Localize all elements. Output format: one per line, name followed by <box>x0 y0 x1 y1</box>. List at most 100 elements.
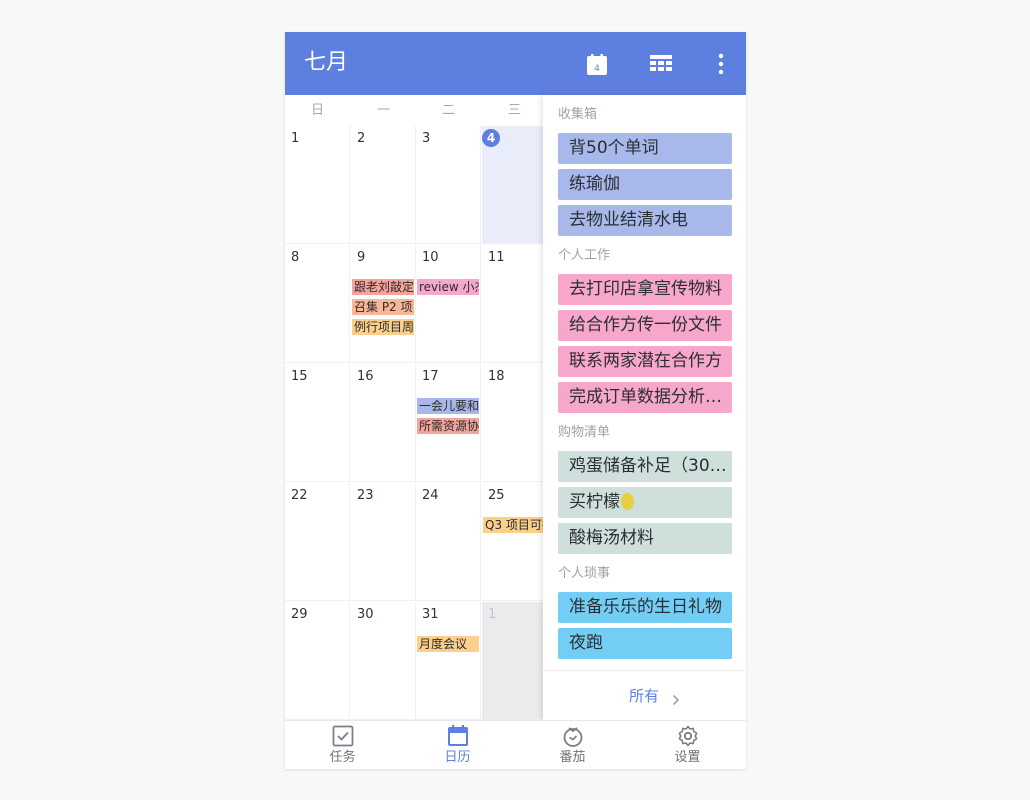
nav-tab-label: 任务 <box>329 750 356 765</box>
day-number: 15 <box>291 369 308 384</box>
month-title[interactable]: 七月 <box>304 48 348 78</box>
day-number: 29 <box>291 607 308 622</box>
calendar-event[interactable]: 一会儿要和 <box>417 398 479 414</box>
grid-view-icon[interactable] <box>649 52 673 76</box>
chevron-right-icon[interactable] <box>672 691 680 710</box>
weekday-label: 三 <box>507 103 521 118</box>
task-title: 去打印店拿宣传物料 <box>569 279 722 299</box>
day-number: 9 <box>357 250 366 265</box>
settings-gear-icon <box>677 725 699 747</box>
task-title: 联系两家潜在合作方 <box>569 351 722 371</box>
day-cell[interactable]: 8 <box>285 245 350 363</box>
list-section-title: 个人琐事 <box>558 566 611 581</box>
nav-tab[interactable]: 日历 <box>400 721 515 769</box>
day-cell[interactable]: 29 <box>285 602 350 720</box>
day-cell[interactable]: 17 一会儿要和所需资源协 <box>416 364 481 482</box>
day-cell[interactable]: 1 <box>482 602 547 720</box>
task-title: 买柠檬 <box>569 492 620 512</box>
day-cell[interactable]: 31 月度会议 <box>416 602 481 720</box>
day-cell[interactable]: 9 跟老刘敲定召集 P2 项例行项目周 <box>351 245 416 363</box>
day-cell[interactable]: 2 <box>351 126 416 244</box>
today-icon-day: 4 <box>594 64 600 74</box>
day-number: 8 <box>291 250 300 265</box>
day-number: 30 <box>357 607 374 622</box>
day-number: 17 <box>422 369 439 384</box>
nav-tab-label: 设置 <box>674 750 701 765</box>
list-section-title: 收集箱 <box>558 107 598 122</box>
day-cell[interactable]: 30 <box>351 602 416 720</box>
day-number: 10 <box>422 250 439 265</box>
day-cell-today[interactable]: 4 <box>482 126 547 244</box>
today-date-badge: 4 <box>482 129 500 147</box>
day-cell[interactable]: 23 <box>351 483 416 601</box>
task-item[interactable]: 联系两家潜在合作方 <box>558 346 732 377</box>
task-title: 准备乐乐的生日礼物 <box>569 597 722 617</box>
task-title: 完成订单数据分析报告 <box>569 387 732 407</box>
weekday-label: 二 <box>441 103 455 118</box>
app-screen: 七月 4 日一二三 1 2 3 4 8 9 跟老刘敲定 召集 P2 项例行项目周 10 revie… <box>285 32 746 769</box>
calendar-event[interactable]: Q3 项目可行 <box>483 517 545 533</box>
task-item[interactable]: 准备乐乐的生日礼物 <box>558 592 732 623</box>
day-cell[interactable]: 18 <box>482 364 547 482</box>
day-number: 31 <box>422 607 439 622</box>
day-cell[interactable]: 22 <box>285 483 350 601</box>
task-title: 练瑜伽 <box>569 174 620 194</box>
task-title: 去物业结清水电 <box>569 210 688 230</box>
task-item[interactable]: 给合作方传一份文件 <box>558 310 732 341</box>
day-number: 22 <box>291 488 308 503</box>
task-item[interactable]: 背50个单词 <box>558 133 732 164</box>
list-section-title: 个人工作 <box>558 248 611 263</box>
task-title: 酸梅汤材料 <box>569 528 654 548</box>
day-cell[interactable]: 10 review 小杰 <box>416 245 481 363</box>
calendar-event[interactable]: 例行项目周 <box>352 319 414 335</box>
day-cell[interactable]: 16 <box>351 364 416 482</box>
calendar-event[interactable]: 跟老刘敲定 <box>352 279 414 295</box>
day-cell[interactable]: 25 Q3 项目可行 <box>482 483 547 601</box>
day-cell[interactable]: 1 <box>285 126 350 244</box>
task-title: 背50个单词 <box>569 138 659 158</box>
calendar-event[interactable]: 所需资源协 <box>417 418 479 434</box>
day-cell[interactable]: 3 <box>416 126 481 244</box>
day-cell[interactable]: 24 <box>416 483 481 601</box>
task-item[interactable]: 夜跑 <box>558 628 732 659</box>
nav-tab[interactable]: 任务 <box>285 721 400 769</box>
task-item[interactable]: 去打印店拿宣传物料 <box>558 274 732 305</box>
task-item[interactable]: 完成订单数据分析报告 <box>558 382 732 413</box>
task-item[interactable]: 练瑜伽 <box>558 169 732 200</box>
nav-tab-label: 日历 <box>444 750 471 765</box>
task-item[interactable]: 去物业结清水电 <box>558 205 732 236</box>
tomato-timer-icon <box>562 725 584 747</box>
nav-tab-label: 番茄 <box>559 750 586 765</box>
day-number: 16 <box>357 369 374 384</box>
day-number: 25 <box>488 488 505 503</box>
task-item[interactable]: 鸡蛋储备补足（30个） <box>558 451 732 482</box>
weekday-label: 日 <box>310 103 324 118</box>
lemon-emoji <box>621 493 634 510</box>
more-vertical-icon[interactable] <box>709 52 733 76</box>
task-item[interactable]: 买柠檬 <box>558 487 732 518</box>
day-number: 11 <box>488 250 505 265</box>
day-number: 3 <box>422 131 431 146</box>
task-drawer: 所有 收集箱背50个单词 练瑜伽去物业结清水电个人工作去打印店拿宣传物料 给合作方传… <box>543 95 746 720</box>
calendar-today-icon[interactable]: 4 <box>585 52 609 76</box>
calendar-event[interactable]: 召集 P2 项 <box>352 299 414 315</box>
drawer-footer: 所有 <box>543 670 746 721</box>
task-item[interactable]: 酸梅汤材料 <box>558 523 732 554</box>
task-title: 夜跑 <box>569 633 603 653</box>
bottom-navigation: 任务 日历 番茄 设置 <box>285 720 746 769</box>
day-number: 1 <box>488 607 497 622</box>
task-title: 给合作方传一份文件 <box>569 315 722 335</box>
nav-tab[interactable]: 设置 <box>630 721 745 769</box>
day-number: 2 <box>357 131 366 146</box>
checkbox-icon <box>332 725 354 747</box>
day-number: 1 <box>291 131 300 146</box>
calendar-event[interactable]: review 小杰 <box>417 279 479 295</box>
list-section-title: 购物清单 <box>558 425 611 440</box>
nav-tab[interactable]: 番茄 <box>515 721 630 769</box>
day-number: 23 <box>357 488 374 503</box>
day-cell[interactable]: 15 <box>285 364 350 482</box>
day-number: 18 <box>488 369 505 384</box>
all-tasks-button[interactable]: 所有 <box>629 687 659 705</box>
calendar-event[interactable]: 月度会议 <box>417 636 479 652</box>
day-cell[interactable]: 11 <box>482 245 547 363</box>
